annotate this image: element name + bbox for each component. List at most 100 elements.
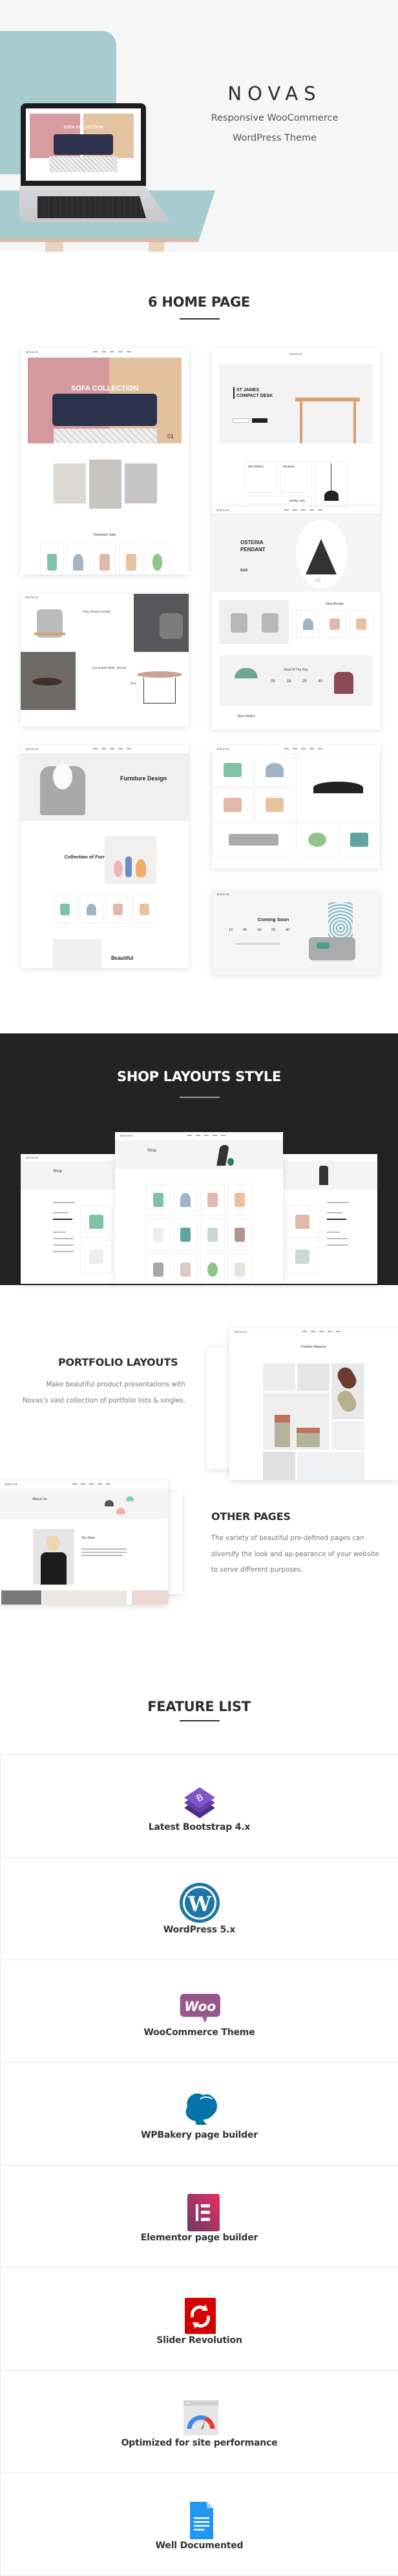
feature-item: Well Documented <box>0 2473 398 2575</box>
product-card[interactable] <box>92 543 117 574</box>
portfolio-item[interactable] <box>331 1363 364 1419</box>
product-card[interactable] <box>322 610 347 638</box>
portfolio-preview-back[interactable] <box>207 1348 233 1469</box>
about-page-preview[interactable]: NOVAS About Us Our Story <box>0 1481 168 1605</box>
product-grid <box>146 1184 252 1284</box>
preview-sofa <box>53 134 114 155</box>
mock-logo: NOVAS <box>235 1330 247 1334</box>
product-card-featured[interactable] <box>297 753 380 822</box>
portfolio-item[interactable] <box>263 1393 330 1450</box>
home-pages-title: 6 HOME PAGE <box>148 294 250 310</box>
product-card[interactable] <box>106 895 130 924</box>
product-card[interactable] <box>296 610 320 638</box>
shop-layout-right-sidebar[interactable] <box>280 1154 377 1284</box>
hero-subtitle: Responsive WooCommerce WordPress Theme <box>187 108 362 148</box>
home-page-preview-1[interactable]: NOVAS SOFA COLLECTION 01 Featured Sale <box>21 349 189 574</box>
document-icon <box>177 2498 222 2543</box>
product-card[interactable] <box>227 1253 252 1284</box>
pendant-lamp <box>116 1508 125 1514</box>
product-card[interactable] <box>80 1241 112 1273</box>
pendant-lamp <box>126 1496 134 1501</box>
product-card[interactable] <box>227 1184 252 1216</box>
feature-item: Slider Revolution <box>0 2267 398 2370</box>
sidebar-filters[interactable] <box>327 1199 350 1277</box>
mock-navbar: NOVAS <box>229 1328 398 1335</box>
feature-list-title: FEATURE LIST <box>147 1699 251 1714</box>
portfolio-item[interactable] <box>297 1363 330 1391</box>
footer-heading: Beautiful <box>111 955 134 961</box>
slider-title: OSTERIA PENDANT <box>240 540 266 553</box>
shop-layout-full-width[interactable]: NOVAS Shop <box>115 1132 283 1284</box>
product-card[interactable] <box>339 823 380 857</box>
product-card[interactable] <box>227 1219 252 1251</box>
slider-revolution-icon <box>177 2293 222 2338</box>
product-card[interactable] <box>286 1241 319 1273</box>
mock-logo: NOVAS <box>26 350 39 354</box>
home-page-preview-6[interactable]: NOVAS <box>212 745 380 868</box>
product-card[interactable] <box>173 1184 198 1216</box>
portfolio-preview[interactable]: NOVAS Portfolio Masonry <box>229 1328 398 1480</box>
product-card[interactable] <box>119 543 143 574</box>
hot-deals-block: HOT DEALS <box>245 461 277 492</box>
product-grid <box>80 1206 112 1273</box>
product-card[interactable] <box>254 788 295 822</box>
product-card[interactable] <box>297 823 338 857</box>
slide-number: 01 <box>167 433 174 440</box>
rug-image <box>54 429 157 443</box>
mock-logo: NOVAS <box>26 1155 39 1159</box>
product-card[interactable] <box>80 1206 112 1238</box>
home-page-preview-4[interactable]: NOVAS Grey Tweed Armchair Cocoa Side Tab… <box>21 594 189 726</box>
countdown-seconds: 40 <box>318 680 322 684</box>
portfolio-item[interactable] <box>263 1363 295 1391</box>
vases-image <box>105 836 156 884</box>
shop-now-button[interactable] <box>233 418 249 423</box>
product-card[interactable] <box>349 610 373 638</box>
home-page-preview-3[interactable]: NOVAS OSTERIA PENDANT $129 01 New Arriva… <box>212 507 380 729</box>
product-card[interactable] <box>212 753 253 787</box>
deal-of-the-day-banner: Deal Of The Day 05 18 25 40 <box>219 655 373 705</box>
countdown-minutes: 25 <box>302 680 307 684</box>
portfolio-item[interactable] <box>263 1452 295 1480</box>
product-card[interactable] <box>53 895 77 924</box>
pendant-lamps-image <box>53 939 101 968</box>
mock-navbar: NOVAS <box>21 1154 118 1161</box>
block-label: ON SALE <box>283 465 295 468</box>
product-card[interactable] <box>146 1184 171 1216</box>
home-page-preview-5[interactable]: NOVAS Furniture Design Collection of Fur… <box>21 745 189 968</box>
product-card[interactable] <box>254 753 295 787</box>
product-name: Cocoa Side Table - Bronze <box>92 666 127 669</box>
view-more-button[interactable] <box>252 418 267 423</box>
portfolio-heading: Portfolio Masonry <box>301 1345 326 1349</box>
product-card[interactable] <box>66 543 90 574</box>
countdown-months: 13 <box>229 928 233 932</box>
other-pages-title: OTHER PAGES <box>211 1510 291 1523</box>
product-card[interactable] <box>200 1184 225 1216</box>
product-card[interactable] <box>40 543 64 574</box>
portfolio-description: Make beautiful product presentations wit… <box>23 1381 185 1405</box>
portfolio-item[interactable] <box>297 1452 364 1480</box>
product-card[interactable] <box>173 1219 198 1251</box>
product-card-wide[interactable] <box>212 823 295 857</box>
brand-logo: NOVAS <box>227 83 322 105</box>
product-card[interactable] <box>173 1253 198 1284</box>
sidebar-filters[interactable] <box>53 1199 76 1277</box>
product-card[interactable] <box>286 1206 319 1238</box>
hero-banner: SOFA COLLECTION NOVAS Responsive WooComm… <box>0 0 398 252</box>
product-card[interactable] <box>212 788 253 822</box>
shop-layout-left-sidebar[interactable]: NOVAS Shop <box>21 1154 118 1284</box>
product-card[interactable] <box>145 543 169 574</box>
product-card[interactable] <box>132 895 156 924</box>
product-card[interactable] <box>200 1253 225 1284</box>
lifestyle-photo <box>21 652 76 710</box>
product-card[interactable] <box>79 895 103 924</box>
product-card[interactable] <box>146 1219 171 1251</box>
portfolio-item[interactable] <box>331 1421 364 1450</box>
hero-subtitle-line1: Responsive WooCommerce <box>211 113 339 123</box>
product-price: $129 <box>240 569 248 573</box>
product-card[interactable] <box>200 1219 225 1251</box>
product-card[interactable] <box>146 1253 171 1284</box>
home-page-preview-2[interactable]: NOVAS ST JAMES COMPACT DESK HOT DEALS ON… <box>212 349 380 507</box>
mock-logo: NOVAS <box>217 508 230 512</box>
coming-soon-preview[interactable]: NOVAS Coming Soon 13 05 18 25 40 <box>212 891 380 975</box>
slider-title: ST JAMES COMPACT DESK <box>233 387 282 399</box>
